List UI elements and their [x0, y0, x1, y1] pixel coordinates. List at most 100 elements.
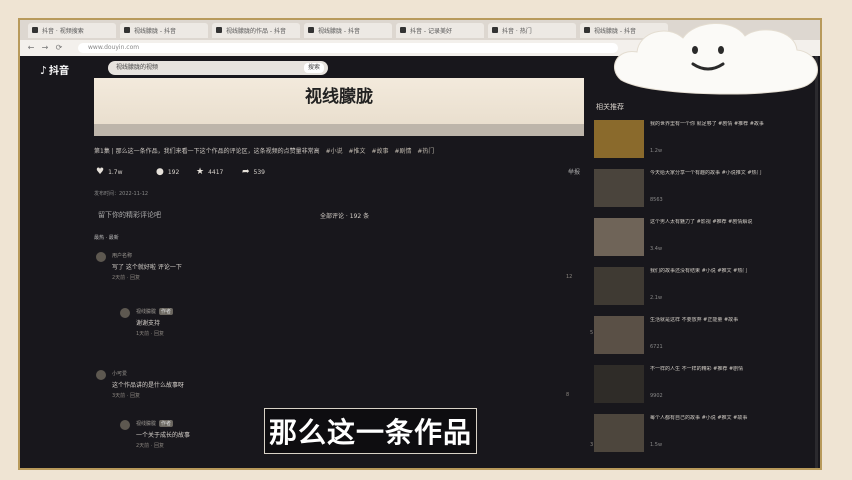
video-description: 第1集 | 那么这一条作品，我们来看一下这个作品的评论区，这条视频的点赞量非常高… [94, 146, 594, 155]
share-icon: ➦ [242, 167, 250, 177]
author-badge: 作者 [159, 308, 174, 315]
tab-label: 视线朦胧的作品 - 抖音 [226, 28, 286, 35]
collect-count: 4417 [208, 169, 224, 176]
heart-icon: ♥ [96, 167, 105, 177]
avatar[interactable] [96, 370, 106, 380]
comment-sort[interactable]: 最热 · 最新 [94, 234, 119, 241]
search-button[interactable]: 搜索 [303, 63, 324, 73]
comment-input-placeholder: 留下你的精彩评论吧 [98, 211, 161, 219]
tab-label: 视线朦胧 - 抖音 [134, 28, 176, 35]
browser-tab[interactable]: 抖音 - 记录美好 [396, 23, 484, 38]
comment-button[interactable]: ● 192 [156, 167, 179, 177]
favicon-icon [124, 27, 130, 33]
related-video-title: 生活就是这样 不要放弃 #正能量 #故事 [650, 317, 739, 323]
cloud-smiley-sticker [614, 23, 819, 95]
forward-icon[interactable]: → [40, 43, 50, 53]
related-video[interactable]: 这个男人太有魅力了 #影视 #推荐 #剧情解说 3.4w [594, 218, 820, 256]
browser-tab[interactable]: 抖音 · 视频搜索 [28, 23, 116, 38]
related-video-title: 我们的故事还没有结束 #小说 #推文 #热门 [650, 268, 748, 274]
favicon-icon [400, 27, 406, 33]
related-video[interactable]: 生活就是这样 不要放弃 #正能量 #故事 6721 [594, 316, 820, 354]
related-video[interactable]: 我的世界里有一个你 就足够了 #剧情 #推荐 #故事 1.2w [594, 120, 820, 158]
douyin-logo[interactable]: ♪ 抖音 [40, 62, 69, 77]
video-actions: ♥ 1.7w ● 192 ★ 4417 ➦ 539 举报 [96, 167, 596, 179]
tab-label: 视线朦胧 - 抖音 [318, 28, 360, 35]
related-video-likes: 1.2w [650, 148, 663, 154]
related-video-title: 每个人都有自己的故事 #小说 #推文 #故事 [650, 415, 748, 421]
related-video-title: 这个男人太有魅力了 #影视 #推荐 #剧情解说 [650, 219, 753, 225]
author-name: 视线朦胧 [136, 309, 157, 315]
avatar[interactable] [120, 308, 130, 318]
related-video[interactable]: 不一样的人生 不一样的精彩 #推荐 #剧情 9902 [594, 365, 820, 403]
browser-tab[interactable]: 视线朦胧 - 抖音 [120, 23, 208, 38]
browser-tab[interactable]: 视线朦胧 - 抖音 [304, 23, 392, 38]
comment-item: 用户名称 写了 这个就好啦 评论一下 2天前 · 回复 12 [96, 252, 576, 282]
hashtag[interactable]: #小说 [326, 148, 343, 155]
comment-icon: ● [156, 167, 164, 177]
reload-icon[interactable]: ⟳ [54, 43, 64, 53]
comment-text: 这个作品讲的是什么故事呀 [112, 382, 185, 389]
hashtag[interactable]: #故事 [371, 148, 388, 155]
favicon-icon [492, 27, 498, 33]
video-thumbnail[interactable] [594, 414, 644, 452]
avatar[interactable] [96, 252, 106, 262]
comment-time[interactable]: 2天前 · 回复 [112, 274, 140, 281]
banner-title: 视线朦胧 [305, 87, 373, 107]
video-banner[interactable]: 视线朦胧 [94, 78, 584, 136]
back-icon[interactable]: ← [26, 43, 36, 53]
comment-input[interactable]: 留下你的精彩评论吧 [98, 210, 161, 220]
video-thumbnail[interactable] [594, 120, 644, 158]
like-count: 1.7w [108, 169, 123, 176]
related-video-title: 我的世界里有一个你 就足够了 #剧情 #推荐 #故事 [650, 121, 764, 127]
comment-time[interactable]: 2天前 · 回复 [136, 442, 164, 449]
comment-text: 一个关于成长的故事 [136, 432, 191, 439]
related-sidebar: 相关推荐 我的世界里有一个你 就足够了 #剧情 #推荐 #故事 1.2w 今天给… [594, 56, 820, 468]
video-thumbnail[interactable] [594, 267, 644, 305]
comment-author[interactable]: 小可爱 [112, 370, 127, 377]
related-video-likes: 9902 [650, 393, 663, 399]
hashtag[interactable]: #推文 [349, 148, 366, 155]
comment-author[interactable]: 视线朦胧 作者 [136, 420, 174, 427]
report-button[interactable]: 举报 [568, 167, 580, 176]
video-thumbnail[interactable] [594, 218, 644, 256]
avatar[interactable] [120, 420, 130, 430]
url-field[interactable]: www.douyin.com [78, 43, 618, 53]
video-thumbnail[interactable] [594, 169, 644, 207]
video-thumbnail[interactable] [594, 316, 644, 354]
comment-author[interactable]: 视线朦胧 作者 [136, 308, 174, 315]
browser-tab[interactable]: 视线朦胧的作品 - 抖音 [212, 23, 300, 38]
star-icon: ★ [196, 167, 205, 177]
favicon-icon [216, 27, 222, 33]
author-badge: 作者 [159, 420, 174, 427]
collect-button[interactable]: ★ 4417 [196, 167, 223, 177]
share-button[interactable]: ➦ 539 [242, 167, 265, 177]
comment-likes[interactable]: 3 [590, 442, 593, 448]
related-video-likes: 8563 [650, 197, 663, 203]
comment-time[interactable]: 3天前 · 回复 [112, 392, 140, 399]
video-thumbnail[interactable] [594, 365, 644, 403]
browser-tab[interactable]: 抖音 · 热门 [488, 23, 576, 38]
favicon-icon [308, 27, 314, 33]
hashtag[interactable]: #剧情 [394, 148, 411, 155]
related-video[interactable]: 我们的故事还没有结束 #小说 #推文 #热门 2.1w [594, 267, 820, 305]
publish-time: 发布时间：2022-11-12 [94, 191, 149, 197]
comment-count: 192 [167, 169, 180, 176]
comment-item: 小可爱 这个作品讲的是什么故事呀 3天前 · 回复 8 [96, 370, 576, 400]
comment-likes[interactable]: 12 [566, 274, 572, 280]
player-controls-strip[interactable] [94, 124, 584, 136]
search-value: 视线朦胧的视频 [116, 64, 159, 71]
comment-text: 谢谢支持 [136, 320, 161, 327]
like-button[interactable]: ♥ 1.7w [96, 167, 123, 177]
related-video[interactable]: 今天给大家分享一个有趣的故事 #小说推文 #热门 8563 [594, 169, 820, 207]
search-input[interactable]: 视线朦胧的视频 搜索 [108, 61, 328, 75]
related-video[interactable]: 每个人都有自己的故事 #小说 #推文 #故事 1.5w [594, 414, 820, 452]
favicon-icon [584, 27, 590, 33]
hashtag[interactable]: #热门 [417, 148, 434, 155]
tab-label: 抖音 - 记录美好 [410, 28, 452, 35]
comment-time[interactable]: 1天前 · 回复 [136, 330, 164, 337]
comments-summary: 全部评论 · 192 条 [320, 213, 370, 220]
comment-likes[interactable]: 8 [566, 392, 569, 398]
comment-likes[interactable]: 5 [590, 330, 593, 336]
page-scrollbar[interactable] [815, 56, 818, 468]
comment-author[interactable]: 用户名称 [112, 252, 132, 259]
